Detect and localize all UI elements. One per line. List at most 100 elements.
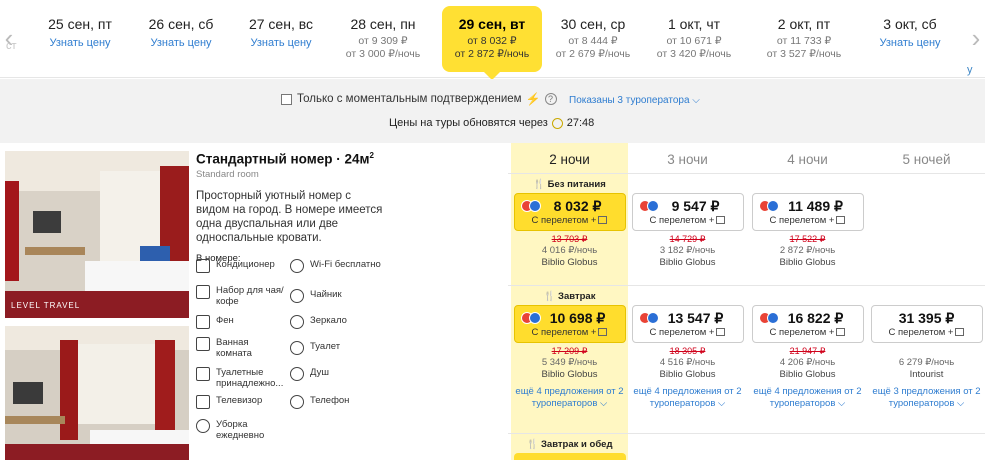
check-price-link[interactable]: Узнать цену [131, 37, 231, 49]
tour-operator: Biblio Globus [659, 369, 716, 380]
check-price-link[interactable]: Узнать цену [30, 37, 130, 49]
price-per-night: 4 516 ₽/ночь [659, 357, 716, 368]
price-offer: 31 395 ₽ С перелетом + 6 279 ₽/ночь Intouri… [868, 305, 985, 410]
nights-tab[interactable]: 5 ночей [868, 152, 985, 167]
amenity-label: Фен [216, 315, 234, 326]
date-label: 3 окт, сб [883, 16, 937, 32]
instant-confirmation-checkbox[interactable] [281, 93, 292, 105]
date-price-total: от 11 733 ₽ [776, 35, 832, 47]
price-button[interactable] [514, 453, 626, 460]
meal-section: 🍴 Завтрак 10 698 ₽ С перелетом +17 209 ₽5 … [508, 285, 985, 433]
gift-icon [955, 328, 965, 336]
filter-bar: Только с моментальным подтверждением ⚡ ?… [0, 79, 985, 143]
meal-label-text: Завтрак [558, 291, 596, 302]
date-option[interactable]: 25 сен, пт Узнать цену [30, 6, 130, 70]
date-option[interactable]: 26 сен, сб Узнать цену [131, 6, 231, 70]
air-conditioner-icon [196, 259, 210, 273]
meal-label-text: Завтрак и обед [540, 439, 613, 450]
flight-label: С перелетом + [649, 327, 715, 338]
date-price-per-night: от 3 420 ₽/ночь [656, 48, 732, 60]
more-offers-text: ещё 3 предложения от 2 туроператоров [872, 386, 981, 409]
room-title-sup: 2 [369, 151, 374, 160]
gift-icon [598, 216, 608, 224]
amenity-label: Wi-Fi бесплатно [310, 259, 381, 270]
date-carousel: сту ‹ 25 сен, пт Узнать цену 26 сен, сб Узн… [0, 0, 985, 112]
amenity-label: Чайник [310, 289, 342, 300]
amenity-item: Wi-Fi бесплатно [290, 259, 386, 273]
room-title-text: Стандартный номер · 24м [196, 151, 370, 167]
date-price-total: от 10 671 ₽ [666, 35, 722, 47]
nights-tab[interactable]: 3 ночи [629, 152, 746, 167]
price-button[interactable]: 16 822 ₽ С перелетом + [751, 305, 864, 343]
clock-icon [551, 117, 563, 129]
date-option[interactable]: 1 окт, чт от 10 671 ₽ от 3 420 ₽/ночь [644, 6, 744, 70]
amenity-label: Ванная комната [216, 337, 252, 359]
date-price-total: от 9 309 ₽ [358, 35, 408, 47]
price-button[interactable]: 10 698 ₽ С перелетом + [513, 305, 626, 343]
tour-operator: Biblio Globus [779, 369, 836, 380]
flight-included: С перелетом + [633, 327, 743, 338]
date-option[interactable]: 29 сен, вт от 8 032 ₽ от 2 872 ₽/ночь [442, 6, 542, 80]
tour-operator: Biblio Globus [659, 257, 716, 268]
nights-tab[interactable]: 2 ночи [511, 152, 628, 167]
amenity-item: Душ [290, 367, 386, 381]
room-photo[interactable] [5, 326, 189, 460]
nights-tab[interactable]: 4 ночи [749, 152, 866, 167]
more-offers-link[interactable]: ещё 4 предложения от 2 туроператоров ⌵ [629, 386, 746, 410]
date-label: 29 сен, вт [458, 16, 526, 32]
date-price-per-night: от 3 000 ₽/ночь [345, 48, 421, 60]
date-label: 25 сен, пт [48, 16, 112, 32]
more-offers-link[interactable]: ещё 3 предложения от 2 туроператоров ⌵ [868, 386, 985, 410]
more-offers-link[interactable]: ещё 4 предложения от 2 туроператоров ⌵ [511, 386, 628, 410]
amenity-item: Ванная комната [196, 337, 286, 359]
flight-label: С перелетом + [531, 215, 597, 226]
gift-icon [836, 328, 846, 336]
tea-set-icon [196, 285, 210, 299]
tour-operator: Biblio Globus [779, 257, 836, 268]
offer-price: 31 395 ₽ [898, 310, 955, 326]
old-price [868, 346, 985, 357]
date-price-per-night: от 2 679 ₽/ночь [555, 48, 631, 60]
meal-icon: 🍴 [533, 179, 548, 190]
room-photo[interactable]: LEVEL TRAVEL [5, 151, 189, 318]
date-option[interactable]: 27 сен, вс Узнать цену [231, 6, 331, 70]
price-button[interactable]: 9 547 ₽ С перелетом + [631, 193, 744, 231]
prev-dates-button[interactable]: сту ‹ [0, 8, 18, 112]
price-button[interactable]: 8 032 ₽ С перелетом + [513, 193, 626, 231]
lightning-icon: ⚡ [525, 92, 541, 106]
phone-icon [290, 395, 304, 409]
next-dates-button[interactable]: у › [967, 8, 985, 76]
price-button[interactable]: 13 547 ₽ С перелетом + [631, 305, 744, 343]
hairdryer-icon [196, 315, 210, 329]
price-update-notice: Цены на туры обновятся через 27:48 [389, 117, 594, 129]
check-price-link[interactable]: Узнать цену [860, 37, 960, 49]
instant-confirmation-filter[interactable]: Только с моментальным подтверждением ⚡ ? [281, 92, 557, 106]
flight-included: С перелетом + [753, 215, 863, 226]
date-option[interactable]: 2 окт, пт от 11 733 ₽ от 3 527 ₽/ночь [754, 6, 854, 70]
chevron-right-icon: › [971, 23, 981, 53]
flight-label: С перелетом + [769, 215, 835, 226]
price-button[interactable]: 11 489 ₽ С перелетом + [751, 193, 864, 231]
date-price-per-night: от 2 872 ₽/ночь [454, 48, 530, 60]
date-list: 25 сен, пт Узнать цену 26 сен, сб Узнать це… [30, 0, 960, 80]
check-price-link[interactable]: Узнать цену [231, 37, 331, 49]
chevron-down-icon: ⌵ [692, 95, 700, 106]
tour-operator: Biblio Globus [541, 257, 598, 268]
amenity-label: Туалетные принадлежно... [216, 367, 284, 389]
more-offers-link[interactable]: ещё 4 предложения от 2 туроператоров ⌵ [749, 386, 866, 410]
date-option[interactable]: 30 сен, ср от 8 444 ₽ от 2 679 ₽/ночь [543, 6, 643, 70]
flight-label: С перелетом + [531, 327, 597, 338]
price-offer: 16 822 ₽ С перелетом + 21 947 ₽4 206 ₽/ноч… [749, 305, 866, 410]
operators-dropdown[interactable]: Показаны 3 туроператора ⌵ [569, 95, 700, 106]
date-label: 30 сен, ср [560, 16, 626, 32]
meal-label: 🍴 Завтрак [511, 291, 628, 302]
kettle-icon [290, 289, 304, 303]
price-offer: 13 547 ₽ С перелетом + 18 305 ₽4 516 ₽/ноч… [629, 305, 746, 410]
flight-included: С перелетом + [633, 215, 743, 226]
old-price: 21 947 ₽ [789, 346, 826, 356]
help-icon[interactable]: ? [544, 93, 557, 105]
date-option[interactable]: 3 окт, сб Узнать цену [860, 6, 960, 70]
meal-section: 🍴 Завтрак и обед [508, 433, 985, 460]
price-button[interactable]: 31 395 ₽ С перелетом + [870, 305, 983, 343]
date-option[interactable]: 28 сен, пн от 9 309 ₽ от 3 000 ₽/ночь [333, 6, 433, 70]
